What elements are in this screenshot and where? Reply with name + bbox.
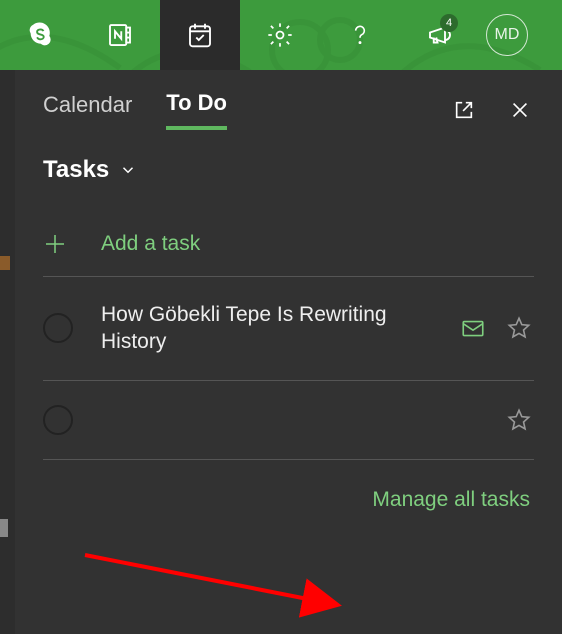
announcements-button[interactable]: 4 bbox=[400, 0, 480, 70]
app-header: 4 MD bbox=[0, 0, 562, 70]
star-icon[interactable] bbox=[504, 313, 534, 343]
todo-panel: Calendar To Do Tasks Add a task How bbox=[15, 70, 562, 634]
mail-icon[interactable] bbox=[458, 313, 488, 343]
manage-all-tasks-link[interactable]: Manage all tasks bbox=[43, 460, 534, 512]
panel-tabs: Calendar To Do bbox=[43, 70, 534, 150]
add-task-button[interactable]: Add a task bbox=[43, 212, 534, 277]
tab-calendar[interactable]: Calendar bbox=[43, 92, 132, 128]
settings-button[interactable] bbox=[240, 0, 320, 70]
star-icon[interactable] bbox=[504, 405, 534, 435]
onenote-app-icon[interactable] bbox=[80, 0, 160, 70]
notification-badge: 4 bbox=[440, 14, 458, 32]
task-row[interactable] bbox=[43, 381, 534, 460]
left-edge-hint bbox=[0, 70, 15, 634]
user-avatar[interactable]: MD bbox=[486, 14, 528, 56]
skype-app-icon[interactable] bbox=[0, 0, 80, 70]
task-title: How Göbekli Tepe Is Rewriting History bbox=[101, 301, 442, 356]
tasks-header-label: Tasks bbox=[43, 156, 109, 184]
add-task-label: Add a task bbox=[101, 232, 200, 256]
task-complete-radio[interactable] bbox=[43, 313, 73, 343]
chevron-down-icon bbox=[119, 161, 137, 179]
popout-icon[interactable] bbox=[450, 96, 478, 124]
tab-todo[interactable]: To Do bbox=[166, 90, 227, 130]
tasks-list-selector[interactable]: Tasks bbox=[43, 156, 137, 184]
todo-app-icon[interactable] bbox=[160, 0, 240, 70]
close-icon[interactable] bbox=[506, 96, 534, 124]
user-initials: MD bbox=[495, 26, 520, 44]
task-row[interactable]: How Göbekli Tepe Is Rewriting History bbox=[43, 277, 534, 381]
plus-icon bbox=[43, 232, 67, 256]
task-complete-radio[interactable] bbox=[43, 405, 73, 435]
help-button[interactable] bbox=[320, 0, 400, 70]
